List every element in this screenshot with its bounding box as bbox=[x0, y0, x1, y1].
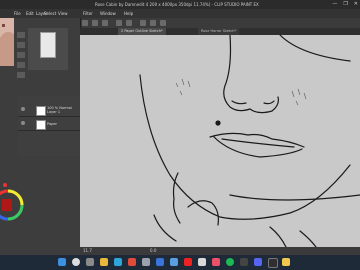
clear-icon[interactable] bbox=[140, 20, 146, 26]
save-icon[interactable] bbox=[102, 20, 108, 26]
chrome-icon[interactable] bbox=[128, 258, 136, 266]
open-icon[interactable] bbox=[92, 20, 98, 26]
redo-icon[interactable] bbox=[126, 20, 132, 26]
line-art bbox=[139, 34, 360, 248]
window-title: Rose Cabin by Damnedit 4 200 x 4000px 35… bbox=[95, 2, 259, 7]
eye-icon[interactable] bbox=[21, 107, 25, 111]
menu-select[interactable]: Select bbox=[44, 9, 56, 18]
menu-file[interactable]: File bbox=[14, 9, 21, 18]
youtube-icon[interactable] bbox=[184, 258, 192, 266]
tab-document-1[interactable]: 2 Paper Outline Sketch* bbox=[118, 28, 166, 35]
edge-icon[interactable] bbox=[114, 258, 122, 266]
explorer-icon[interactable] bbox=[100, 258, 108, 266]
store-icon[interactable] bbox=[240, 258, 248, 266]
new-icon[interactable] bbox=[82, 20, 88, 26]
rotation-value: 0.0 bbox=[150, 248, 157, 253]
windows-icon[interactable] bbox=[58, 258, 66, 266]
transform-icon[interactable] bbox=[150, 20, 156, 26]
taskbar bbox=[0, 255, 360, 270]
search-icon[interactable] bbox=[72, 258, 80, 266]
tool-palette bbox=[16, 30, 26, 90]
select-icon[interactable] bbox=[160, 20, 166, 26]
undo-icon[interactable] bbox=[116, 20, 122, 26]
menu-view[interactable]: View bbox=[58, 9, 68, 18]
close-button[interactable]: ✕ bbox=[354, 0, 358, 9]
music-icon[interactable] bbox=[212, 258, 220, 266]
task-view-icon[interactable] bbox=[86, 258, 94, 266]
navigator-thumbnail[interactable] bbox=[40, 32, 56, 58]
layer-thumbnail bbox=[36, 120, 46, 130]
webcam-overlay bbox=[0, 18, 14, 66]
menu-edit[interactable]: Edit bbox=[26, 9, 34, 18]
title-bar: Rose Cabin by Damnedit 4 200 x 4000px 35… bbox=[0, 0, 360, 9]
layer-row[interactable]: 100 % Normal Layer 1 bbox=[18, 104, 80, 117]
status-bar: 11.7 0.0 bbox=[80, 247, 360, 255]
maximize-button[interactable]: ❐ bbox=[343, 0, 347, 9]
navigator-panel bbox=[28, 28, 68, 70]
color-wheel[interactable] bbox=[0, 175, 26, 235]
obs-icon[interactable] bbox=[268, 258, 278, 268]
discord-icon[interactable] bbox=[254, 258, 262, 266]
drawing-canvas[interactable] bbox=[80, 34, 360, 255]
tab-bar: 2 Paper Outline Sketch* Rose Horror Sket… bbox=[80, 28, 360, 35]
eye-icon[interactable] bbox=[21, 121, 25, 125]
notes-icon[interactable] bbox=[282, 258, 290, 266]
mail-icon[interactable] bbox=[156, 258, 164, 266]
clip-studio-icon[interactable] bbox=[198, 258, 206, 266]
zoom-level: 11.7 bbox=[83, 248, 92, 253]
layer-sub: Layer 1 bbox=[47, 110, 61, 114]
settings-icon[interactable] bbox=[142, 258, 150, 266]
menu-help[interactable]: Help bbox=[124, 9, 133, 18]
color-swatch-icon bbox=[3, 183, 7, 187]
menu-window[interactable]: Window bbox=[100, 9, 116, 18]
layer-row[interactable]: Paper bbox=[18, 118, 80, 131]
menu-filter[interactable]: Filter bbox=[83, 9, 93, 18]
photos-icon[interactable] bbox=[170, 258, 178, 266]
spotify-icon[interactable] bbox=[226, 258, 234, 266]
layer-thumbnail bbox=[36, 106, 46, 116]
layer-panel: 100 % Normal Layer 1 Paper bbox=[18, 96, 80, 156]
menu-bar: File Edit Layer Select View Filter Windo… bbox=[0, 9, 360, 18]
minimize-button[interactable]: — bbox=[332, 0, 337, 9]
layer-name: Paper bbox=[47, 122, 57, 126]
tab-document-2[interactable]: Rose Horror Sketch* bbox=[198, 28, 240, 35]
